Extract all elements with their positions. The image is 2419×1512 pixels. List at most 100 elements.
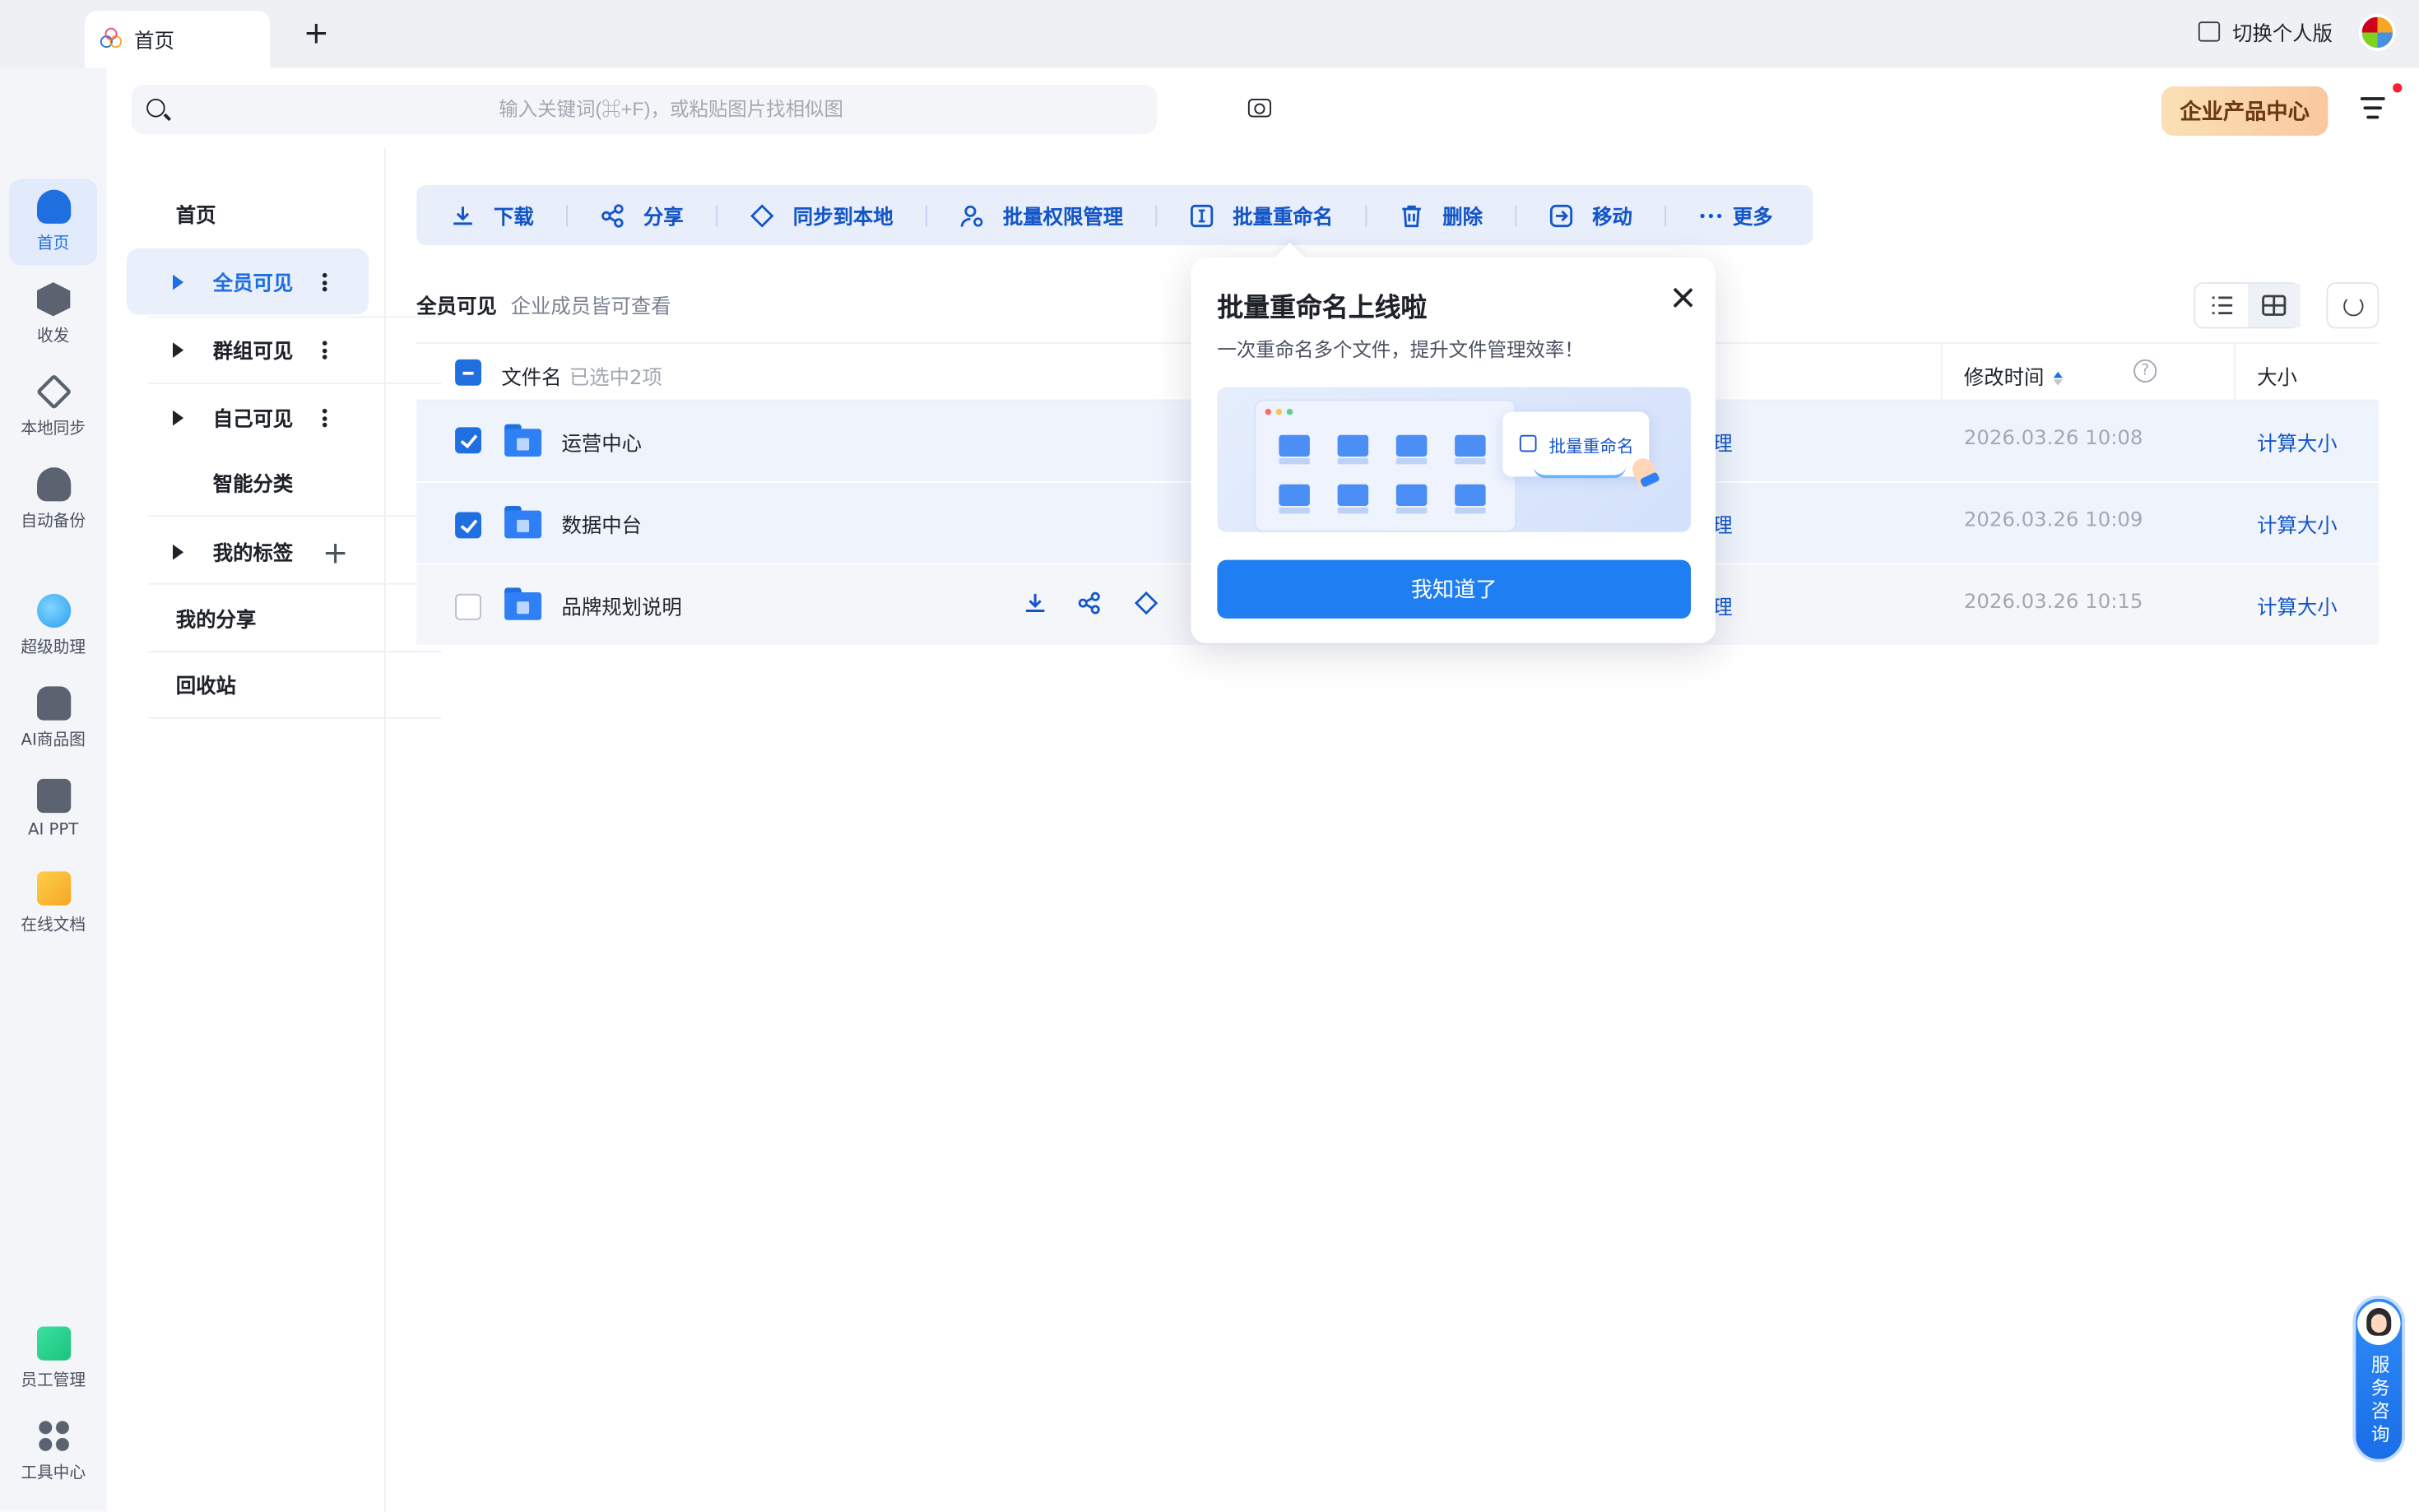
search-bar [131, 85, 1271, 135]
sync-local-button[interactable]: 同步到本地 [750, 201, 894, 230]
share-icon [601, 203, 624, 227]
row-checkbox[interactable] [455, 512, 481, 539]
rail-label: AI商品图 [21, 730, 86, 750]
nav-item-tags[interactable]: 我的标签 + [127, 518, 369, 585]
row-download-icon[interactable] [1023, 591, 1047, 615]
more-button[interactable]: 更多 [1699, 201, 1773, 230]
refresh-icon [2343, 296, 2364, 317]
nav-item-trash[interactable]: 回收站 [127, 651, 369, 717]
search-input[interactable] [193, 85, 1149, 135]
new-tab-button[interactable]: + [303, 16, 331, 49]
list-view-button[interactable] [2195, 284, 2248, 327]
help-icon[interactable]: ? [2133, 359, 2157, 383]
row-sync-icon[interactable] [1134, 591, 1158, 615]
file-name[interactable]: 品牌规划说明 [562, 591, 682, 620]
batch-rename-button[interactable]: 批量重命名 [1190, 201, 1333, 230]
batch-permission-label: 批量权限管理 [1002, 206, 1124, 230]
rail-item-sync[interactable]: 本地同步 [9, 364, 97, 451]
nav-item-smart-category[interactable]: 智能分类 [127, 449, 369, 516]
move-button[interactable]: 移动 [1549, 201, 1632, 230]
rail-item-transfer[interactable]: 收发 [9, 271, 97, 358]
popover-title: 批量重命名上线啦 [1217, 293, 1428, 324]
switch-personal-button[interactable]: 切换个人版 [2198, 17, 2333, 47]
rail-item-tools[interactable]: 工具中心 [9, 1408, 97, 1495]
download-button[interactable]: 下载 [451, 201, 534, 230]
enterprise-center-button[interactable]: 企业产品中心 [2161, 86, 2328, 136]
nav-item-everyone[interactable]: 全员可见 [126, 248, 369, 315]
rail-item-staff[interactable]: 员工管理 [9, 1315, 97, 1402]
share-button[interactable]: 分享 [600, 201, 684, 230]
row-checkbox[interactable] [455, 593, 481, 620]
col-header-size[interactable]: 大小 [2257, 361, 2297, 390]
service-consult-button[interactable]: 服务咨询 [2352, 1296, 2406, 1463]
divider [566, 204, 569, 226]
mini-folder-icon [1395, 432, 1428, 465]
calc-size-link[interactable]: 计算大小 [2257, 591, 2338, 620]
modified-time: 2026.03.26 10:09 [1963, 508, 2143, 532]
tab-home[interactable]: 首页 [85, 11, 271, 68]
popover-description: 一次重命名多个文件，提升文件管理效率！ [1217, 337, 1584, 361]
close-icon[interactable] [1673, 287, 1694, 308]
left-rail: 首页 收发 本地同步 自动备份 超级助理 AI商品图 AI PPT 在线文档 员… [0, 67, 107, 1512]
expand-arrow-icon[interactable] [173, 543, 184, 559]
rail-item-online-doc[interactable]: 在线文档 [9, 860, 97, 947]
more-vertical-icon[interactable] [322, 272, 327, 292]
folder-icon [504, 424, 542, 457]
nav-item-home[interactable]: 首页 [127, 180, 369, 247]
col-header-name[interactable]: 文件名 [501, 361, 561, 390]
row-checkbox[interactable] [455, 427, 481, 454]
column-divider[interactable] [2234, 344, 2236, 400]
grid-icon [36, 1419, 71, 1454]
batch-permission-button[interactable]: 批量权限管理 [959, 201, 1123, 230]
expand-arrow-icon[interactable] [173, 341, 184, 358]
divider [1665, 204, 1667, 226]
modified-time: 2026.03.26 10:15 [1963, 591, 2143, 615]
refresh-button[interactable] [2326, 282, 2380, 329]
selected-count: 已选中2项 [569, 367, 662, 391]
sort-icon[interactable] [2053, 371, 2063, 386]
calc-size-link[interactable]: 计算大小 [2257, 427, 2338, 457]
rail-label: AI PPT [28, 820, 79, 840]
title-bar: 首页 + 切换个人版 [0, 0, 2419, 68]
move-icon [1550, 203, 1573, 227]
calc-size-link[interactable]: 计算大小 [2257, 509, 2338, 538]
nav-label: 自己可见 [212, 408, 294, 432]
illustration-window [1254, 399, 1517, 532]
file-name[interactable]: 运营中心 [562, 427, 643, 457]
add-tag-icon[interactable]: + [323, 534, 348, 571]
divider [1155, 204, 1158, 226]
expand-arrow-icon[interactable] [173, 273, 184, 290]
nav-item-self[interactable]: 自己可见 [127, 384, 369, 451]
select-all-checkbox[interactable] [455, 359, 481, 386]
search-icon[interactable] [146, 99, 165, 118]
rail-item-ai-ppt[interactable]: AI PPT [9, 768, 97, 855]
illustration-rename-tag: 批量重命名 [1502, 411, 1650, 479]
col-header-mtime[interactable]: 修改时间 [1964, 361, 2063, 390]
more-vertical-icon[interactable] [322, 341, 327, 359]
file-name[interactable]: 数据中台 [562, 509, 643, 538]
rail-item-home[interactable]: 首页 [9, 179, 98, 266]
notification-dot [2393, 83, 2403, 93]
rail-label: 工具中心 [21, 1463, 86, 1482]
underline-decoration [1533, 466, 1627, 479]
delete-button[interactable]: 删除 [1400, 201, 1483, 230]
batch-rename-label: 批量重命名 [1233, 206, 1334, 230]
nav-label: 我的分享 [175, 609, 257, 633]
divider [148, 515, 442, 517]
rail-item-ai-product-image[interactable]: AI商品图 [9, 675, 97, 762]
switch-personal-label: 切换个人版 [2232, 23, 2333, 47]
avatar[interactable] [2358, 13, 2396, 51]
grid-view-button[interactable] [2247, 284, 2301, 327]
rail-item-backup[interactable]: 自动备份 [9, 457, 97, 543]
rail-item-assistant[interactable]: 超级助理 [9, 583, 97, 670]
nav-item-my-share[interactable]: 我的分享 [127, 585, 369, 652]
section-title: 全员可见 [416, 296, 497, 320]
got-it-button[interactable]: 我知道了 [1217, 559, 1691, 619]
more-vertical-icon[interactable] [322, 408, 327, 428]
menu-icon[interactable] [2360, 97, 2385, 118]
camera-icon[interactable] [1247, 99, 1271, 118]
expand-arrow-icon[interactable] [173, 409, 184, 425]
column-divider[interactable] [1940, 344, 1943, 400]
nav-item-group[interactable]: 群组可见 [127, 316, 369, 383]
row-share-icon[interactable] [1077, 591, 1102, 615]
